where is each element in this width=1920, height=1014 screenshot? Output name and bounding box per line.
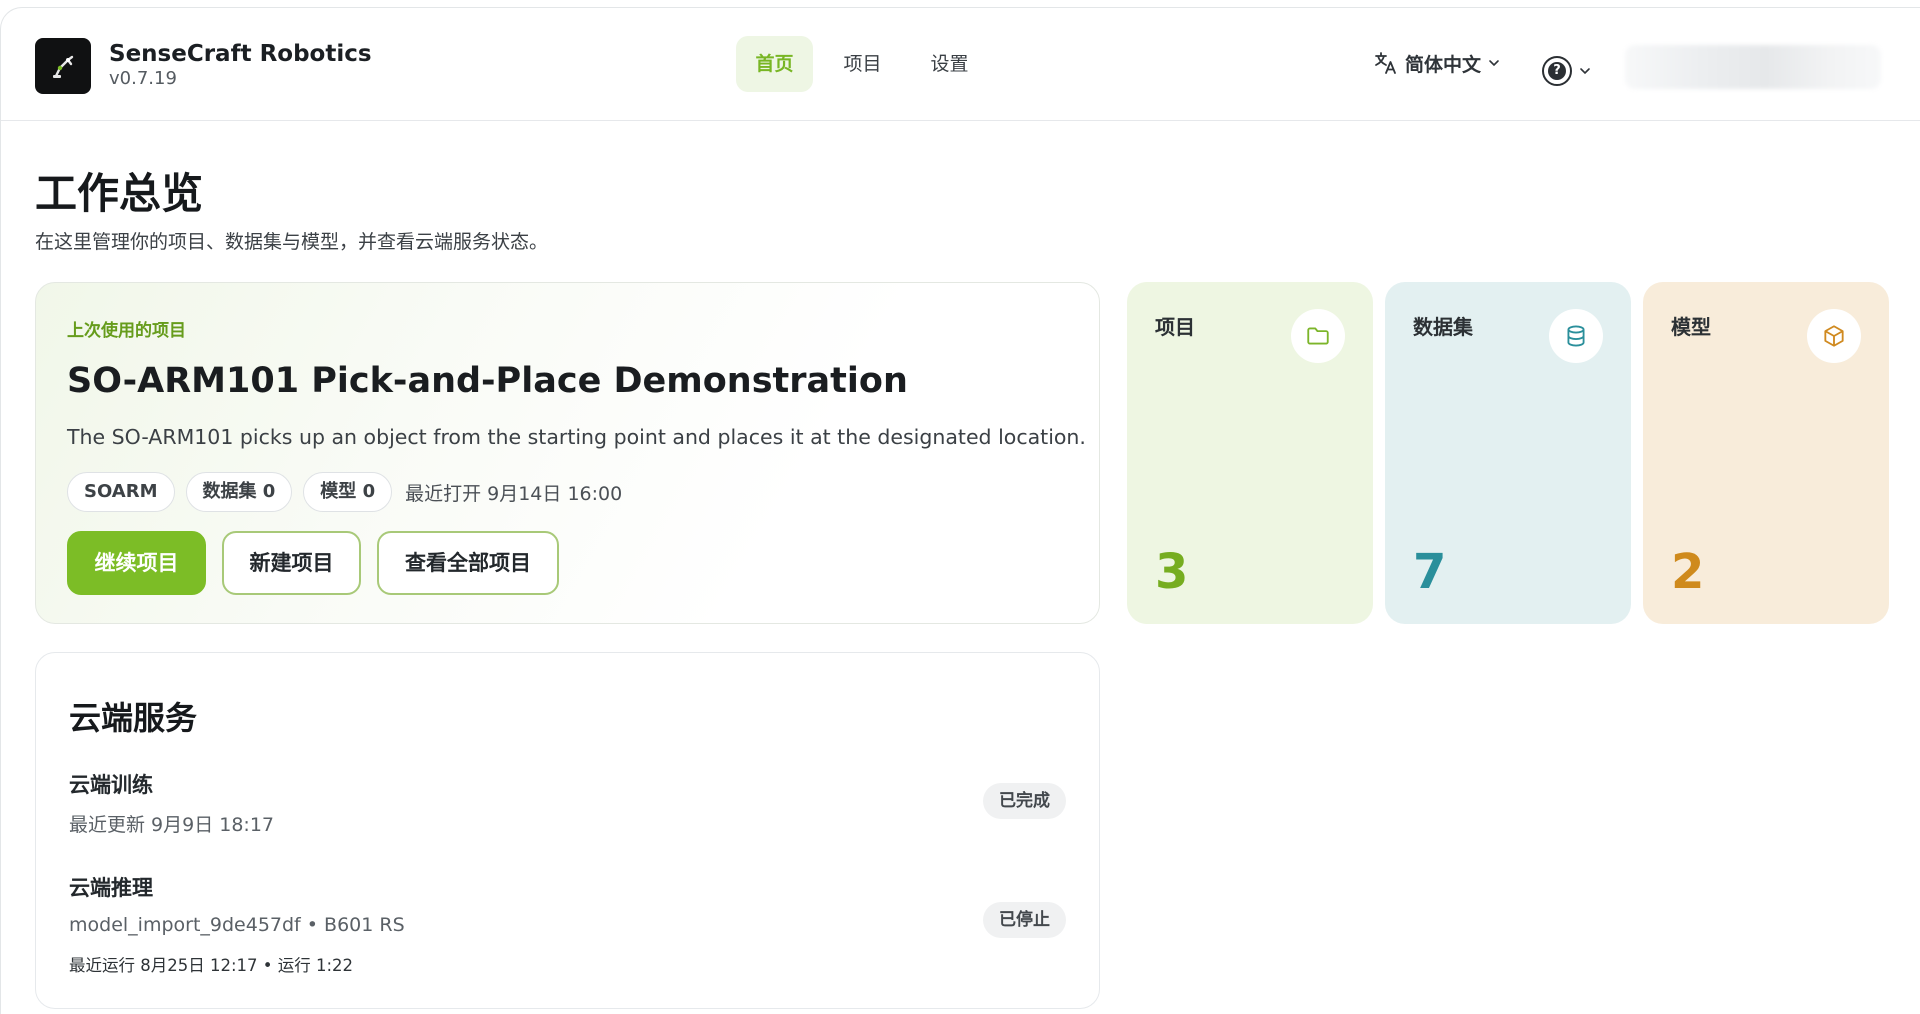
stat-card-projects[interactable]: 项目 3 [1127,282,1373,624]
project-actions: 继续项目 新建项目 查看全部项目 [67,531,559,595]
language-selector[interactable]: 简体中文 [1373,48,1501,78]
page-title: 工作总览 [35,169,204,218]
help-icon: ? [1542,56,1572,86]
stat-label: 数据集 [1413,315,1473,339]
chevron-down-icon [1580,68,1590,75]
stat-value: 2 [1671,544,1705,600]
nav-projects[interactable]: 项目 [824,36,901,92]
top-header: SenseCraft Robotics v0.7.19 首页 项目 设置 简体中… [1,8,1920,121]
app-version: v0.7.19 [109,68,177,89]
last-opened-text: 最近打开 9月14日 16:00 [405,482,623,505]
database-icon [1549,309,1603,363]
cube-icon [1807,309,1861,363]
cloud-inference-model: model_import_9de457df • B601 RS [69,914,405,936]
language-label: 简体中文 [1405,53,1482,76]
help-menu[interactable]: ? [1542,56,1592,86]
translate-icon [1375,52,1396,74]
tag-dataset-count: 数据集 0 [185,472,293,512]
stat-label: 模型 [1671,315,1711,339]
view-all-projects-button[interactable]: 查看全部项目 [377,531,559,595]
continue-project-button[interactable]: 继续项目 [67,531,206,595]
chevron-down-icon [1489,60,1499,67]
recent-project-description: The SO-ARM101 picks up an object from th… [67,425,1086,449]
cloud-training-name: 云端训练 [69,773,153,797]
stat-value: 7 [1413,544,1447,600]
cloud-training-status-badge: 已完成 [983,783,1066,819]
stat-card-models[interactable]: 模型 2 [1643,282,1889,624]
cloud-services-title: 云端服务 [69,699,198,737]
app-name: SenseCraft Robotics [109,41,372,67]
user-account-blurred[interactable] [1625,45,1881,89]
app-window: SenseCraft Robotics v0.7.19 首页 项目 设置 简体中… [0,7,1920,1014]
nav-settings[interactable]: 设置 [911,36,988,92]
recent-project-title[interactable]: SO-ARM101 Pick-and-Place Demonstration [67,361,908,401]
nav-home[interactable]: 首页 [736,36,813,92]
stat-label: 项目 [1155,315,1195,339]
stat-value: 3 [1155,544,1189,600]
recent-project-label: 上次使用的项目 [67,321,186,341]
cloud-inference-status-badge: 已停止 [983,902,1066,938]
stat-card-datasets[interactable]: 数据集 7 [1385,282,1631,624]
robot-arm-icon [53,55,74,78]
cloud-inference-name: 云端推理 [69,876,153,900]
project-tags: SOARM 数据集 0 模型 0 最近打开 9月14日 16:00 [67,472,622,512]
tag-robot-type: SOARM [67,472,175,512]
page-subtitle: 在这里管理你的项目、数据集与模型，并查看云端服务状态。 [35,231,549,253]
app-logo[interactable] [35,38,91,94]
new-project-button[interactable]: 新建项目 [222,531,361,595]
folder-icon [1291,309,1345,363]
recent-project-card: 上次使用的项目 SO-ARM101 Pick-and-Place Demonst… [35,282,1100,624]
cloud-training-updated: 最近更新 9月9日 18:17 [69,814,275,836]
tag-model-count: 模型 0 [303,472,393,512]
cloud-inference-last-run: 最近运行 8月25日 12:17 • 运行 1:22 [69,956,354,975]
cloud-services-card: 云端服务 云端训练 最近更新 9月9日 18:17 已完成 云端推理 model… [35,652,1100,1009]
